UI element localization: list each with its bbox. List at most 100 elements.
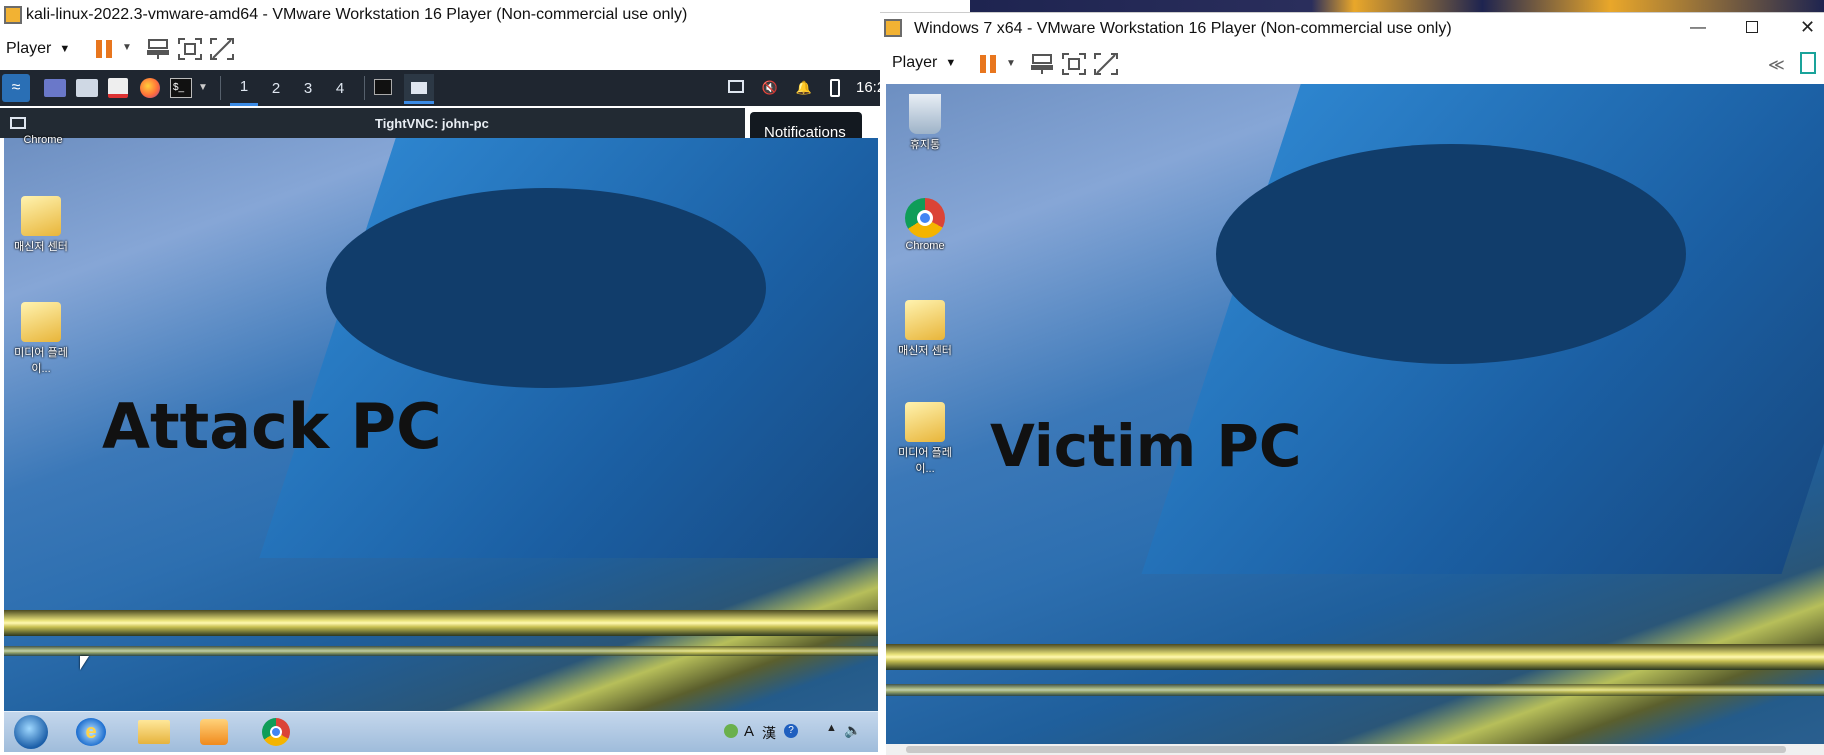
ime-mode-a[interactable]: A — [744, 723, 754, 740]
vnc-window-menu-icon[interactable] — [10, 117, 26, 129]
pause-dropdown-icon[interactable]: ▼ — [122, 42, 132, 53]
help-icon[interactable]: ? — [784, 724, 798, 738]
unity-button[interactable] — [210, 38, 234, 60]
send-ctrl-alt-del-button[interactable] — [146, 38, 170, 60]
pause-dropdown-icon[interactable]: ▼ — [1006, 58, 1016, 69]
unity-button[interactable] — [1094, 53, 1118, 75]
right-window-title: Windows 7 x64 - VMware Workstation 16 Pl… — [914, 20, 1452, 37]
network-computer-icon — [1031, 54, 1053, 74]
messenger-center-icon — [905, 300, 945, 340]
display-icon[interactable] — [728, 80, 744, 93]
close-button[interactable]: ✕ — [1800, 17, 1820, 39]
fullscreen-button[interactable] — [1062, 53, 1086, 75]
library-panel-icon[interactable] — [1800, 52, 1816, 74]
unity-mode-icon — [210, 38, 234, 60]
left-desktop-icon-messenger[interactable]: 매신저 센터 — [6, 196, 76, 254]
bell-icon[interactable]: 🔔 — [794, 78, 814, 98]
chevron-down-icon: ▼ — [945, 57, 957, 69]
battery-icon[interactable] — [830, 79, 840, 97]
workspace-1[interactable]: 1 — [230, 70, 258, 106]
media-player-taskbar-icon[interactable] — [200, 719, 228, 745]
mouse-cursor-icon — [80, 656, 89, 670]
left-title-bar: kali-linux-2022.3-vmware-amd64 - VMware … — [0, 0, 880, 30]
chevron-down-icon: ▼ — [59, 43, 71, 55]
left-desktop-icon-messenger-label: 매신저 센터 — [14, 241, 68, 253]
player-menu-label: Player — [6, 40, 52, 57]
win7-taskbar: e A 漢 ? ▲ 🔈 — [4, 711, 878, 752]
task-terminal-icon[interactable] — [374, 79, 392, 95]
text-editor-icon[interactable] — [108, 78, 128, 98]
workspace-2-label: 2 — [271, 79, 281, 97]
left-desktop-icon-media-player[interactable]: 미디어 플레이... — [6, 302, 76, 376]
internet-explorer-icon[interactable]: e — [76, 718, 106, 746]
left-desktop-icon-chrome-label: Chrome — [23, 134, 63, 146]
right-desktop-icon-messenger[interactable]: 매신저 센터 — [890, 300, 960, 358]
right-desktop-icon-chrome[interactable]: Chrome — [890, 198, 960, 252]
right-media-label: 미디어 플레이... — [898, 447, 952, 475]
panel-separator — [220, 76, 221, 100]
explorer-folder-icon[interactable] — [138, 720, 170, 744]
victim-pc-label: Victim PC — [990, 412, 1302, 480]
minimize-button[interactable]: — — [1688, 19, 1708, 39]
media-player-icon — [905, 402, 945, 442]
right-title-bar: Windows 7 x64 - VMware Workstation 16 Pl… — [880, 12, 1824, 45]
workspace-3-label: 3 — [303, 79, 313, 97]
workspace-1-label: 1 — [239, 78, 249, 95]
pause-icon — [980, 55, 996, 73]
player-menu-button[interactable]: Player ▼ — [6, 38, 70, 60]
attack-pc-label: Attack PC — [102, 390, 442, 463]
right-desktop-icon-media-player[interactable]: 미디어 플레이... — [890, 402, 960, 476]
show-desktop-icon[interactable] — [44, 79, 66, 97]
kali-menu-icon[interactable]: ≈ — [2, 74, 30, 102]
right-messenger-label: 매신저 센터 — [898, 345, 952, 357]
left-desktop-icon-media-label: 미디어 플레이... — [14, 347, 68, 375]
workspace-4-label: 4 — [335, 79, 345, 97]
volume-icon[interactable]: 🔈 — [844, 722, 861, 739]
file-manager-icon[interactable] — [76, 79, 98, 97]
maximize-button[interactable] — [1746, 21, 1758, 33]
left-vmware-window: kali-linux-2022.3-vmware-amd64 - VMware … — [0, 0, 885, 755]
messenger-center-icon — [21, 196, 61, 236]
background-strip — [970, 0, 1824, 12]
terminal-icon[interactable]: $_ — [170, 78, 192, 98]
ime-hanja[interactable]: 漢 — [762, 723, 776, 743]
left-desktop-icon-chrome[interactable]: Chrome — [8, 134, 78, 146]
fullscreen-button[interactable] — [178, 38, 202, 60]
pause-icon — [96, 40, 112, 58]
vnc-window-title: TightVNC: john-pc — [375, 116, 489, 131]
ime-tray-icon[interactable] — [724, 724, 738, 738]
fullscreen-icon — [1062, 53, 1086, 75]
right-vmware-window: Windows 7 x64 - VMware Workstation 16 Pl… — [880, 0, 1824, 755]
pause-button[interactable] — [94, 38, 114, 60]
start-button[interactable] — [14, 715, 48, 749]
vnc-title-bar: TightVNC: john-pc — [0, 108, 745, 138]
task-vnc-icon[interactable] — [404, 74, 434, 104]
send-ctrl-alt-del-button[interactable] — [1030, 53, 1054, 75]
firefox-icon[interactable] — [140, 78, 160, 98]
player-menu-label: Player — [892, 54, 938, 71]
muted-speaker-icon[interactable]: 🔇 — [760, 78, 780, 98]
collapse-toolbar-icon[interactable]: ≪ — [1768, 55, 1785, 75]
scrollbar-thumb[interactable] — [906, 746, 1786, 753]
terminal-dropdown-icon[interactable]: ▼ — [198, 82, 208, 93]
workspace-2[interactable]: 2 — [262, 70, 290, 106]
media-player-icon — [21, 302, 61, 342]
chrome-icon — [905, 198, 945, 238]
workspace-3[interactable]: 3 — [294, 70, 322, 106]
player-menu-button[interactable]: Player ▼ — [892, 52, 956, 74]
pause-button[interactable] — [978, 53, 998, 75]
workspace-4[interactable]: 4 — [326, 70, 354, 106]
recycle-bin-icon — [909, 94, 941, 134]
horizontal-scrollbar[interactable] — [886, 744, 1824, 755]
kali-top-panel: ≈ $_ ▼ 1 2 3 4 🔇 🔔 16:2 — [0, 70, 885, 106]
right-desktop-icon-recycle-bin[interactable]: 휴지통 — [890, 94, 960, 152]
vmware-logo-icon — [884, 19, 902, 37]
right-chrome-label: Chrome — [905, 240, 945, 252]
tray-expand-icon[interactable]: ▲ — [826, 722, 837, 734]
left-window-title: kali-linux-2022.3-vmware-amd64 - VMware … — [26, 6, 688, 23]
chrome-taskbar-icon[interactable] — [262, 718, 290, 746]
fullscreen-icon — [178, 38, 202, 60]
vmware-logo-icon — [4, 6, 22, 24]
network-computer-icon — [147, 39, 169, 59]
right-toolbar: Player ▼ ▼ ≪ — [880, 46, 1824, 82]
